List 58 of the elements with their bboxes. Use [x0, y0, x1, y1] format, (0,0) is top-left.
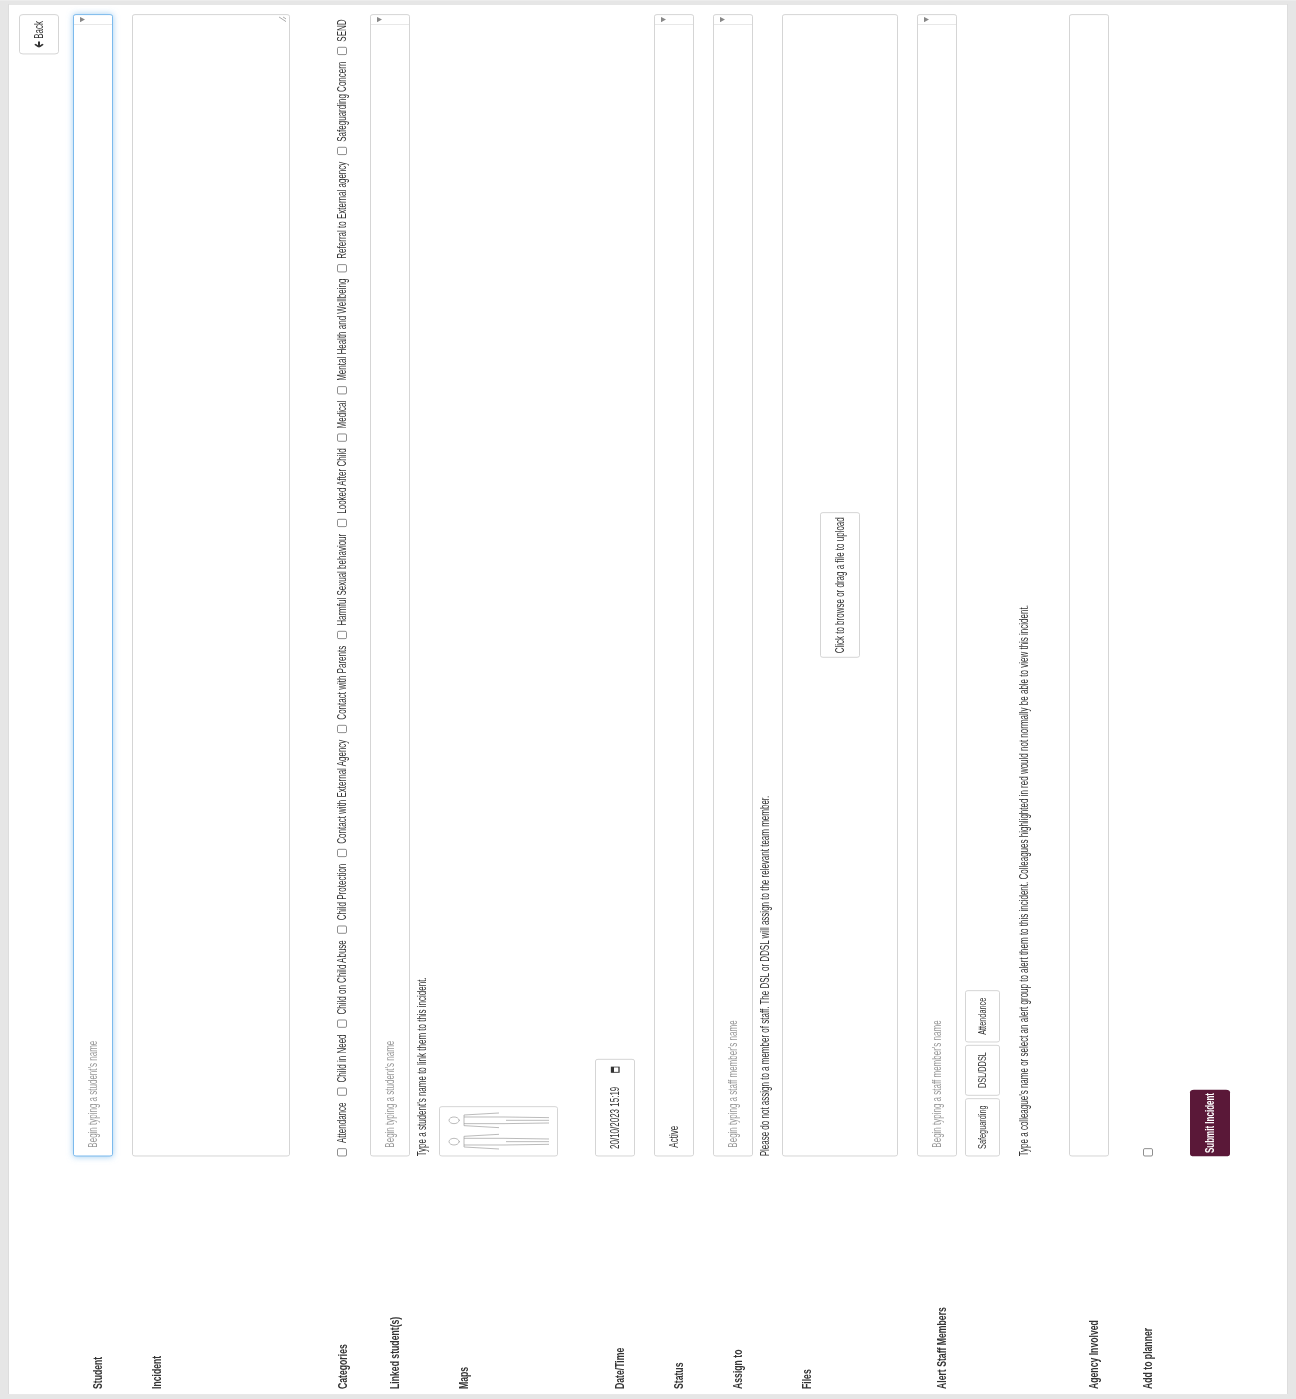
alert-group-button[interactable]: DSL/DDSL — [965, 1044, 1000, 1096]
upload-button[interactable]: Click to browse or drag a file to upload — [820, 512, 860, 658]
field-label: Agency Involved — [1086, 1320, 1101, 1389]
caret-icon — [720, 16, 725, 23]
category-label: Mental Health and Wellbeing — [334, 278, 350, 381]
back-button[interactable]: Back — [19, 14, 59, 55]
field-label: Incident — [149, 1355, 164, 1389]
category-checkbox[interactable] — [337, 725, 347, 733]
category-checkbox[interactable] — [337, 386, 347, 395]
category-label: Contact with External Agency — [334, 739, 350, 844]
caret-icon — [377, 16, 382, 23]
status-select[interactable]: Active — [654, 14, 694, 1157]
category-checkbox[interactable] — [337, 264, 347, 272]
caret-icon — [80, 16, 85, 23]
category-checkbox[interactable] — [337, 849, 347, 858]
category-checkbox[interactable] — [337, 147, 347, 156]
category-label: Contact with Parents — [334, 645, 350, 720]
field-label: Assign to — [730, 1349, 745, 1389]
agency-field[interactable] — [1069, 14, 1109, 1157]
category-checkbox[interactable] — [337, 1087, 347, 1096]
category-checkbox[interactable] — [337, 433, 347, 442]
datetime-field[interactable]: 20/10/2023 15:19 — [595, 1059, 635, 1157]
category-label: Harmful Sexual behaviour — [334, 533, 350, 626]
field-label: Linked student(s) — [387, 1316, 402, 1389]
field-label: Categories — [335, 1344, 350, 1389]
category-label: Medical — [334, 400, 350, 429]
field-label: Student — [90, 1356, 105, 1389]
category-label: Child in Need — [334, 1034, 350, 1083]
alert-group-button[interactable]: Attendance — [965, 990, 1000, 1043]
field-label: Files — [799, 1369, 814, 1389]
category-checkbox[interactable] — [337, 1019, 347, 1028]
planner-checkbox[interactable] — [1143, 1148, 1153, 1157]
help-text: Please do not assign to a member of staff. The DSL or DDSL will assign to the relevant team member. — [757, 794, 773, 1157]
file-dropzone[interactable]: Click to browse or drag a file to upload — [782, 14, 898, 1157]
category-label: Child on Child Abuse — [334, 940, 350, 1015]
category-label: SEND — [334, 19, 350, 42]
category-checkbox[interactable] — [337, 47, 347, 55]
alert-group-button[interactable]: Safeguarding — [965, 1098, 1000, 1157]
caret-icon — [661, 16, 666, 23]
category-checkbox[interactable] — [337, 1148, 347, 1157]
category-label: Referral to External agency — [334, 161, 350, 259]
category-checkbox[interactable] — [337, 925, 347, 934]
field-label: Alert Staff Members — [934, 1307, 949, 1389]
submit-button[interactable]: Submit Incident — [1190, 1089, 1230, 1157]
category-label: Child Protection — [334, 863, 350, 921]
caret-icon — [924, 16, 929, 23]
category-checkbox[interactable] — [337, 631, 347, 640]
category-label: Looked After Child — [334, 448, 350, 514]
field-label: Maps — [456, 1366, 471, 1389]
field-label: Add to planner — [1140, 1327, 1155, 1389]
category-checkbox[interactable] — [337, 519, 347, 528]
category-label: Safeguarding Concern — [334, 61, 350, 142]
field-label: Status — [671, 1362, 686, 1389]
category-label: Attendance — [334, 1102, 350, 1143]
arrow-left-icon — [34, 40, 44, 48]
help-text: Type a colleague's name or select an alert group to alert them to this incident. Colleagues highlighted in red would not normally be able to view this incident. — [1016, 604, 1032, 1157]
help-text: Type a student's name to link them to this incident. — [414, 976, 430, 1157]
field-label: Date/Time — [612, 1347, 627, 1389]
